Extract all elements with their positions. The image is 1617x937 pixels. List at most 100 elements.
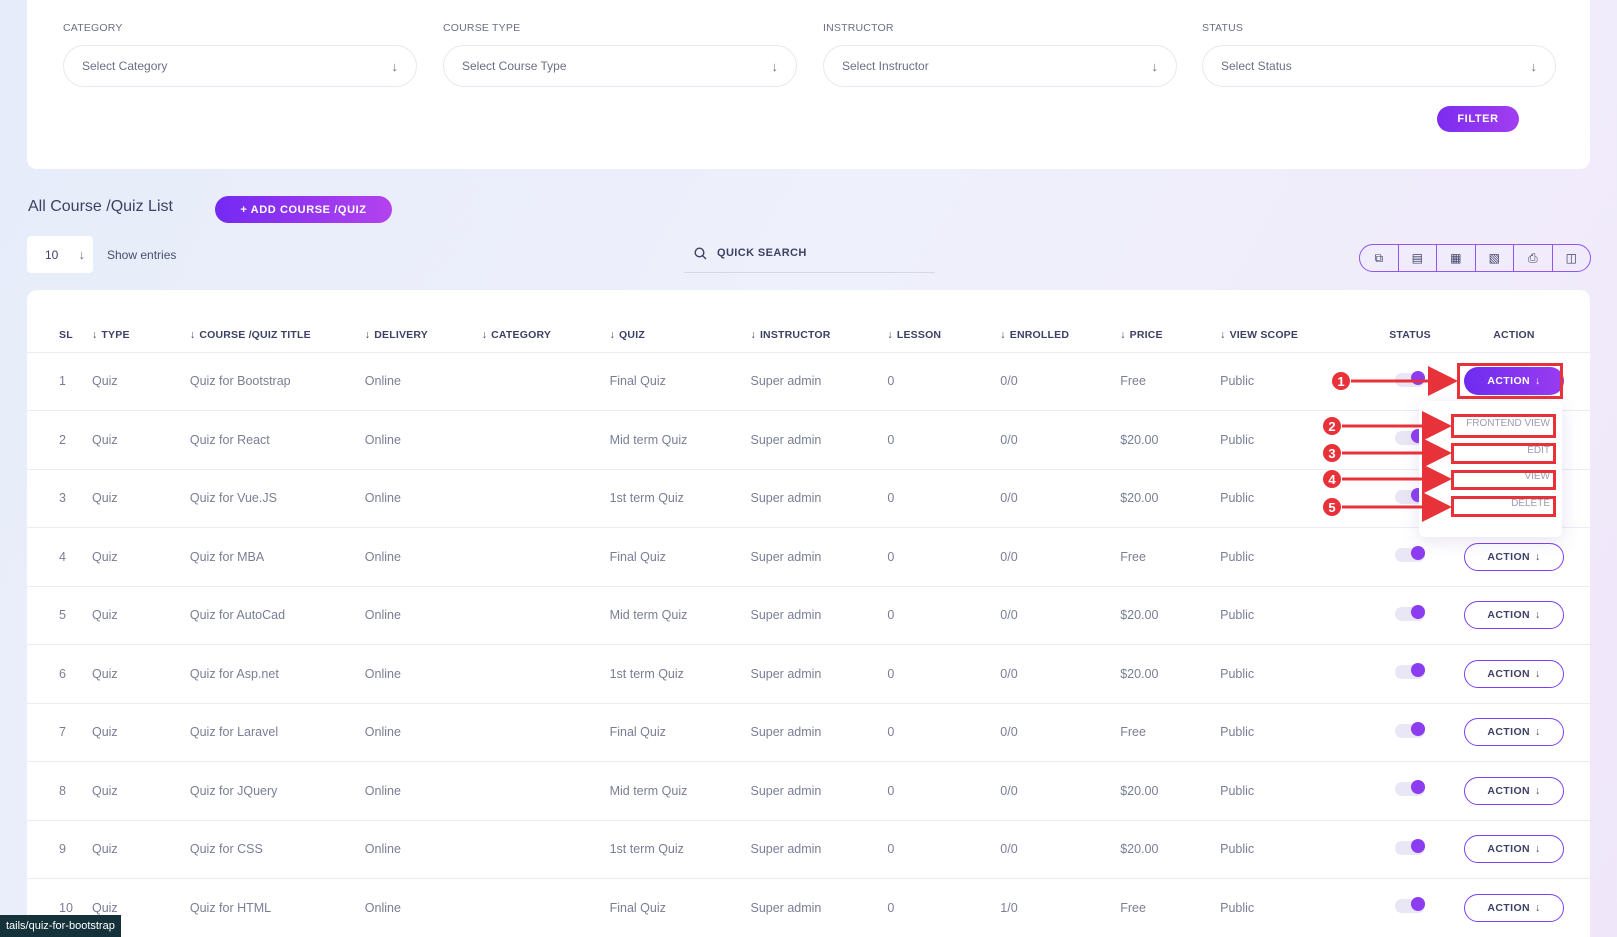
column-instructor[interactable]: ↓ INSTRUCTOR [750, 318, 888, 353]
cell-enrolled: 0/0 [1000, 703, 1121, 762]
pdf-icon[interactable]: ▧ [1476, 245, 1514, 271]
column-title[interactable]: ↓ COURSE /QUIZ TITLE [189, 318, 365, 353]
action-button[interactable]: ACTION ↓ [1464, 835, 1564, 864]
cell-type: Quiz [91, 469, 190, 528]
column-lesson[interactable]: ↓ LESSON [887, 318, 1001, 353]
callout-badge-5: 5 [1322, 497, 1342, 517]
action-button-label: ACTION [1487, 784, 1530, 797]
cell-lesson: 0 [887, 527, 1001, 587]
cell-instructor: Super admin [750, 878, 888, 937]
cell-quiz: Final Quiz [609, 527, 751, 587]
category-select-placeholder: Select Category [82, 59, 168, 73]
cell-type: Quiz [91, 644, 190, 704]
toggle-knob [1411, 780, 1426, 795]
cell-sl: 2 [27, 410, 92, 470]
cell-title: Quiz for Vue.JS [189, 469, 365, 528]
filter-category-label: CATEGORY [63, 22, 123, 34]
status-toggle[interactable] [1395, 721, 1426, 738]
cell-action: ACTION ↓ [1464, 703, 1590, 762]
cell-quiz: 1st term Quiz [609, 644, 751, 704]
status-toggle[interactable] [1395, 780, 1426, 797]
arrow-down-icon: ↓ [1535, 784, 1541, 797]
entries-select[interactable]: 10 ↓ [27, 236, 93, 273]
status-toggle[interactable] [1395, 604, 1426, 621]
excel-icon[interactable]: ▤ [1399, 245, 1437, 271]
filter-status-label: STATUS [1202, 22, 1244, 34]
status-select[interactable]: Select Status ↓ [1202, 45, 1556, 87]
search-input[interactable] [717, 247, 917, 259]
cell-price: Free [1120, 878, 1221, 937]
filter-button[interactable]: FILTER [1437, 106, 1519, 132]
action-button[interactable]: ACTION ↓ [1464, 367, 1564, 396]
cell-lesson: 0 [887, 586, 1001, 645]
column-delivery-label: DELIVERY [374, 328, 428, 341]
column-type[interactable]: ↓ TYPE [91, 318, 190, 353]
menu-item-edit[interactable]: EDIT [1527, 445, 1550, 456]
status-toggle[interactable] [1395, 663, 1426, 680]
column-price[interactable]: ↓ PRICE [1120, 318, 1221, 353]
status-toggle[interactable] [1395, 370, 1426, 387]
action-button[interactable]: ACTION ↓ [1464, 542, 1564, 571]
cell-delivery: Online [364, 761, 482, 821]
table-row: 10 Quiz Quiz for HTML Online Final Quiz Super… [27, 878, 1590, 937]
action-button[interactable]: ACTION ↓ [1464, 601, 1564, 630]
course-type-select[interactable]: Select Course Type ↓ [443, 45, 797, 87]
action-button[interactable]: ACTION ↓ [1464, 776, 1564, 805]
column-enrolled-label: ENROLLED [1009, 328, 1070, 341]
arrow-down-icon: ↓ [1535, 667, 1541, 680]
copy-icon[interactable]: ⧉ [1360, 245, 1399, 271]
cell-status [1356, 586, 1464, 645]
status-select-placeholder: Select Status [1221, 59, 1292, 73]
action-button[interactable]: ACTION ↓ [1464, 718, 1564, 747]
column-view-scope-label: VIEW SCOPE [1229, 328, 1299, 341]
table-row: 6 Quiz Quiz for Asp.net Online 1st term Quiz… [27, 644, 1590, 704]
print-icon[interactable]: ⎙ [1514, 245, 1553, 271]
action-button-label: ACTION [1487, 901, 1530, 914]
cell-category [481, 761, 610, 821]
arrow-down-icon: ↓ [1535, 375, 1541, 388]
table-row: 1 Quiz Quiz for Bootstrap Online Final Quiz S… [27, 352, 1590, 411]
cell-price: $20.00 [1120, 761, 1221, 821]
column-delivery[interactable]: ↓ DELIVERY [364, 318, 482, 353]
cell-lesson: 0 [887, 410, 1001, 470]
column-category[interactable]: ↓ CATEGORY [481, 318, 610, 353]
table-row: 8 Quiz Quiz for JQuery Online Mid term Quiz S… [27, 761, 1590, 821]
sort-arrow-icon: ↓ [609, 328, 616, 341]
status-toggle[interactable] [1395, 897, 1426, 914]
show-entries-label: Show entries [107, 248, 177, 262]
sort-arrow-icon: ↓ [1000, 328, 1006, 341]
table-row: 4 Quiz Quiz for MBA Online Final Quiz Super a… [27, 527, 1590, 587]
cell-delivery: Online [364, 820, 482, 879]
cell-lesson: 0 [887, 469, 1001, 528]
cell-title: Quiz for CSS [189, 820, 365, 879]
action-button[interactable]: ACTION ↓ [1464, 893, 1564, 922]
cell-category [481, 586, 610, 645]
cell-lesson: 0 [887, 703, 1001, 762]
cell-delivery: Online [364, 410, 482, 470]
cell-delivery: Online [364, 527, 482, 587]
toggle-knob [1411, 721, 1426, 736]
cell-type: Quiz [91, 527, 190, 587]
menu-item-view[interactable]: VIEW [1524, 471, 1550, 482]
cell-title: Quiz for Asp.net [189, 644, 365, 704]
table-row: 5 Quiz Quiz for AutoCad Online Mid term Quiz… [27, 586, 1590, 645]
status-toggle[interactable] [1395, 546, 1426, 563]
cell-sl: 8 [27, 761, 92, 821]
menu-item-frontend-view[interactable]: FRONTEND VIEW [1466, 418, 1550, 429]
action-button[interactable]: ACTION ↓ [1464, 659, 1564, 688]
menu-item-delete[interactable]: DELETE [1511, 498, 1550, 509]
category-select[interactable]: Select Category ↓ [63, 45, 417, 87]
callout-badge-1: 1 [1331, 371, 1351, 391]
column-enrolled[interactable]: ↓ ENROLLED [1000, 318, 1121, 353]
status-toggle[interactable] [1395, 838, 1426, 855]
column-view-scope[interactable]: ↓ VIEW SCOPE [1220, 318, 1357, 353]
csv-icon[interactable]: ▦ [1437, 245, 1476, 271]
sort-arrow-icon: ↓ [887, 328, 893, 341]
cell-instructor: Super admin [750, 352, 888, 411]
add-course-quiz-button[interactable]: + ADD COURSE /QUIZ [215, 196, 392, 223]
cell-title: Quiz for JQuery [189, 761, 365, 821]
cell-price: $20.00 [1120, 410, 1221, 470]
column-quiz[interactable]: ↓ QUIZ [609, 318, 751, 353]
columns-icon[interactable]: ◫ [1553, 245, 1591, 271]
instructor-select[interactable]: Select Instructor ↓ [823, 45, 1177, 87]
